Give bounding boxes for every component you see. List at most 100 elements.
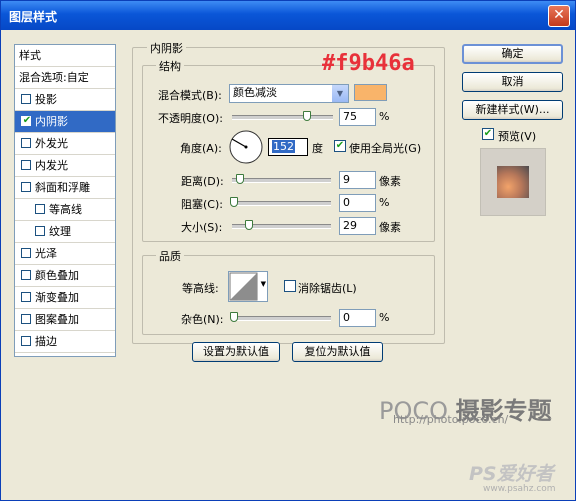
style-item[interactable]: 内发光 — [15, 155, 115, 177]
angle-input[interactable]: 152 — [268, 138, 308, 156]
antialias-checkbox[interactable] — [284, 280, 296, 292]
inner-shadow-title: 内阴影 — [147, 40, 186, 56]
preview-checkbox[interactable]: ✔ — [482, 128, 494, 140]
style-item[interactable]: 纹理 — [15, 221, 115, 243]
reset-default-button[interactable]: 复位为默认值 — [292, 342, 383, 362]
style-item-label: 外发光 — [35, 137, 68, 150]
cancel-button[interactable]: 取消 — [462, 72, 563, 92]
preview-label: 预览(V) — [498, 130, 537, 143]
style-item[interactable]: 描边 — [15, 331, 115, 353]
opacity-unit: % — [379, 110, 390, 123]
distance-label: 距离(D): — [181, 175, 224, 188]
choke-label: 阻塞(C): — [181, 198, 223, 211]
style-item-label: 内阴影 — [35, 115, 68, 128]
style-item[interactable]: 斜面和浮雕 — [15, 177, 115, 199]
style-item-label: 斜面和浮雕 — [35, 181, 90, 194]
style-item-checkbox[interactable] — [21, 314, 31, 324]
global-light-checkbox[interactable]: ✔ — [334, 140, 346, 152]
style-item-label: 纹理 — [49, 225, 71, 238]
style-item-checkbox[interactable]: ✔ — [21, 116, 31, 126]
style-item-checkbox[interactable] — [21, 270, 31, 280]
style-item-label: 等高线 — [49, 203, 82, 216]
opacity-slider-track[interactable] — [232, 115, 333, 120]
style-item-checkbox[interactable] — [21, 336, 31, 346]
size-input[interactable]: 29 — [339, 217, 376, 235]
chevron-down-icon[interactable]: ▼ — [261, 280, 266, 288]
layer-style-dialog: 图层样式 ✕ 样式 混合选项:自定 投影 ✔ 内阴影外发光内发光斜面和浮雕等高线纹理… — [0, 0, 576, 501]
choke-unit: % — [379, 196, 390, 209]
poco-url: http://photo.poco.cn/ — [393, 413, 509, 426]
opacity-label: 不透明度(O): — [158, 112, 223, 125]
angle-unit: 度 — [312, 142, 323, 155]
chevron-down-icon[interactable]: ▼ — [332, 85, 348, 102]
ok-button[interactable]: 确定 — [462, 44, 563, 64]
style-item[interactable]: 光泽 — [15, 243, 115, 265]
style-item[interactable]: ✔ 内阴影 — [15, 111, 115, 133]
checkmark-icon: ✔ — [335, 140, 345, 151]
distance-unit: 像素 — [379, 175, 401, 188]
style-item-checkbox[interactable] — [21, 182, 31, 192]
style-item-label: 光泽 — [35, 247, 57, 260]
style-item-checkbox[interactable] — [21, 94, 31, 104]
style-item-label: 渐变叠加 — [35, 291, 79, 304]
style-item[interactable]: 图案叠加 — [15, 309, 115, 331]
noise-input[interactable]: 0 — [339, 309, 376, 327]
style-item-checkbox[interactable] — [21, 138, 31, 148]
style-item[interactable]: 颜色叠加 — [15, 265, 115, 287]
style-item[interactable]: 渐变叠加 — [15, 287, 115, 309]
style-item-label: 颜色叠加 — [35, 269, 79, 282]
choke-input[interactable]: 0 — [339, 194, 376, 212]
checkmark-icon: ✔ — [483, 128, 493, 139]
blend-options-item[interactable]: 混合选项:自定 — [15, 67, 115, 89]
noise-slider-track[interactable] — [232, 316, 331, 321]
opacity-slider-thumb[interactable] — [303, 111, 311, 121]
contour-picker[interactable]: ▼ — [228, 271, 268, 302]
ps-url: www.psahz.com — [483, 484, 556, 494]
style-item-label: 描边 — [35, 335, 57, 348]
size-slider-thumb[interactable] — [245, 220, 253, 230]
shadow-color-swatch[interactable] — [354, 84, 387, 101]
global-light-label: 使用全局光(G) — [349, 142, 422, 155]
opacity-input[interactable]: 75 — [339, 108, 376, 126]
style-item-label: 投影 — [35, 93, 57, 106]
choke-slider-thumb[interactable] — [230, 197, 238, 207]
style-item[interactable]: 投影 — [15, 89, 115, 111]
hex-annotation: #f9b46a — [322, 51, 415, 76]
quality-title: 品质 — [156, 248, 184, 264]
choke-slider-track[interactable] — [232, 201, 331, 206]
style-item[interactable]: 等高线 — [15, 199, 115, 221]
title-bar[interactable]: 图层样式 ✕ — [1, 1, 575, 30]
style-item[interactable]: 外发光 — [15, 133, 115, 155]
noise-slider-thumb[interactable] — [230, 312, 238, 322]
style-item-checkbox[interactable] — [35, 204, 45, 214]
distance-slider-thumb[interactable] — [236, 174, 244, 184]
checkmark-icon: ✔ — [22, 115, 32, 126]
blend-mode-label: 混合模式(B): — [158, 89, 222, 102]
angle-value: 152 — [272, 140, 295, 153]
size-label: 大小(S): — [181, 221, 223, 234]
angle-label: 角度(A): — [180, 142, 222, 155]
antialias-label: 消除锯齿(L) — [298, 282, 357, 295]
noise-unit: % — [379, 311, 390, 324]
noise-label: 杂色(N): — [181, 313, 224, 326]
ps-logo: PS爱好者 — [469, 463, 554, 485]
set-default-button[interactable]: 设置为默认值 — [192, 342, 280, 362]
distance-input[interactable]: 9 — [339, 171, 376, 189]
size-unit: 像素 — [379, 221, 401, 234]
blend-mode-value: 颜色减淡 — [233, 86, 277, 99]
contour-preview-icon — [229, 272, 258, 301]
styles-header[interactable]: 样式 — [15, 45, 115, 67]
style-item-checkbox[interactable] — [21, 292, 31, 302]
style-item-checkbox[interactable] — [35, 226, 45, 236]
distance-slider-track[interactable] — [232, 178, 331, 183]
style-item-checkbox[interactable] — [21, 248, 31, 258]
style-item-checkbox[interactable] — [21, 160, 31, 170]
new-style-button[interactable]: 新建样式(W)... — [462, 100, 563, 120]
preview-swatch — [497, 166, 529, 198]
style-item-label: 图案叠加 — [35, 313, 79, 326]
preview-thumbnail — [480, 148, 546, 216]
contour-label: 等高线: — [182, 282, 219, 295]
angle-dial-icon[interactable] — [228, 129, 264, 165]
blend-mode-select[interactable]: 颜色减淡 ▼ — [229, 84, 349, 103]
close-button[interactable]: ✕ — [548, 5, 570, 27]
